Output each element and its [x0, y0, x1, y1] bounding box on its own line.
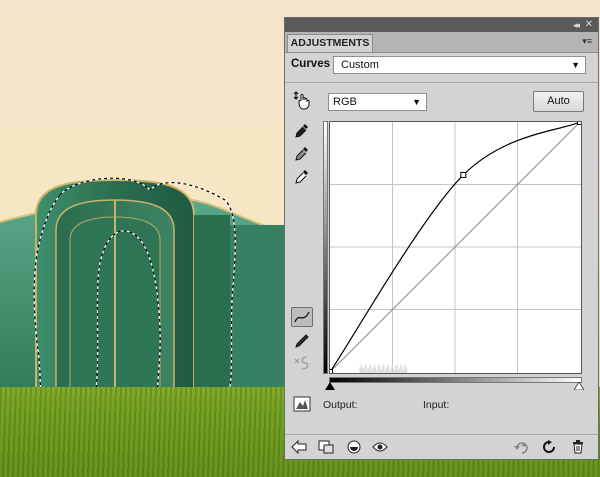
chevron-down-icon: ▼	[571, 60, 580, 70]
hand-updown-icon	[293, 91, 310, 110]
reset-icon	[543, 440, 555, 453]
curve-control-point	[577, 119, 583, 125]
curve-graph[interactable]	[327, 119, 583, 375]
eyedropper-gray-icon	[295, 147, 308, 161]
curve-control-point	[460, 171, 467, 178]
output-label: Output:	[323, 399, 358, 411]
curve-plot[interactable]	[327, 119, 583, 375]
panel-bottom-bar	[285, 434, 598, 460]
eyedropper-white-icon	[295, 170, 308, 184]
input-gradient-bar	[329, 377, 582, 383]
delete-layer-button[interactable]	[570, 440, 586, 454]
smooth-curve-icon	[294, 356, 309, 370]
input-label: Input:	[423, 399, 450, 411]
on-image-adjust-tool[interactable]	[291, 90, 313, 110]
panel-tab-bar: ADJUSTMENTS ▾≡	[285, 32, 598, 53]
adjustments-panel: ◂◂ ✕ ADJUSTMENTS ▾≡ Curves Custom ▼ Auto…	[284, 17, 599, 460]
auto-button[interactable]: Auto	[533, 91, 584, 112]
show-clipping-button[interactable]	[291, 394, 313, 414]
view-previous-state-button[interactable]	[513, 440, 529, 454]
switch-panel-view-button[interactable]	[318, 440, 334, 454]
clipping-icon	[293, 396, 311, 412]
reset-button[interactable]	[541, 440, 557, 454]
white-point-slider[interactable]	[574, 382, 584, 390]
edit-points-tool[interactable]	[291, 307, 313, 327]
trash-icon	[573, 440, 583, 454]
channel-value: RGB	[333, 96, 357, 108]
smooth-curve-tool[interactable]	[291, 353, 313, 373]
arrow-left-icon	[291, 440, 307, 454]
clip-layer-icon	[347, 440, 361, 454]
output-gradient-bar	[323, 121, 328, 374]
white-point-eyedropper[interactable]	[291, 167, 313, 187]
black-point-eyedropper[interactable]	[291, 121, 313, 141]
draw-curve-tool[interactable]	[291, 331, 313, 351]
collapse-panel-icon[interactable]: ◂◂	[573, 19, 580, 31]
pencil-icon	[295, 334, 309, 348]
preset-dropdown[interactable]: Custom ▼	[333, 56, 586, 74]
panel-title-bar[interactable]: ◂◂ ✕	[285, 18, 598, 32]
tab-adjustments[interactable]: ADJUSTMENTS	[287, 34, 373, 52]
chevron-down-icon: ▼	[412, 97, 421, 107]
panel-menu-icon[interactable]: ▾≡	[582, 35, 592, 47]
previous-state-icon	[514, 442, 528, 454]
divider	[285, 82, 598, 83]
curve-icon	[294, 311, 310, 323]
preset-value: Custom	[341, 59, 379, 71]
return-to-list-button[interactable]	[291, 440, 307, 454]
adjustment-name-label: Curves	[291, 58, 330, 70]
channel-dropdown[interactable]: RGB ▼	[328, 93, 427, 111]
eye-icon	[372, 442, 388, 452]
toggle-visibility-button[interactable]	[372, 440, 388, 454]
clip-to-layer-button[interactable]	[346, 440, 362, 454]
black-point-slider[interactable]	[325, 382, 335, 390]
curve-control-point	[327, 369, 333, 375]
eyedropper-black-icon	[295, 124, 308, 138]
gray-point-eyedropper[interactable]	[291, 144, 313, 164]
close-panel-icon[interactable]: ✕	[585, 19, 593, 31]
panel-view-icon	[318, 440, 334, 454]
